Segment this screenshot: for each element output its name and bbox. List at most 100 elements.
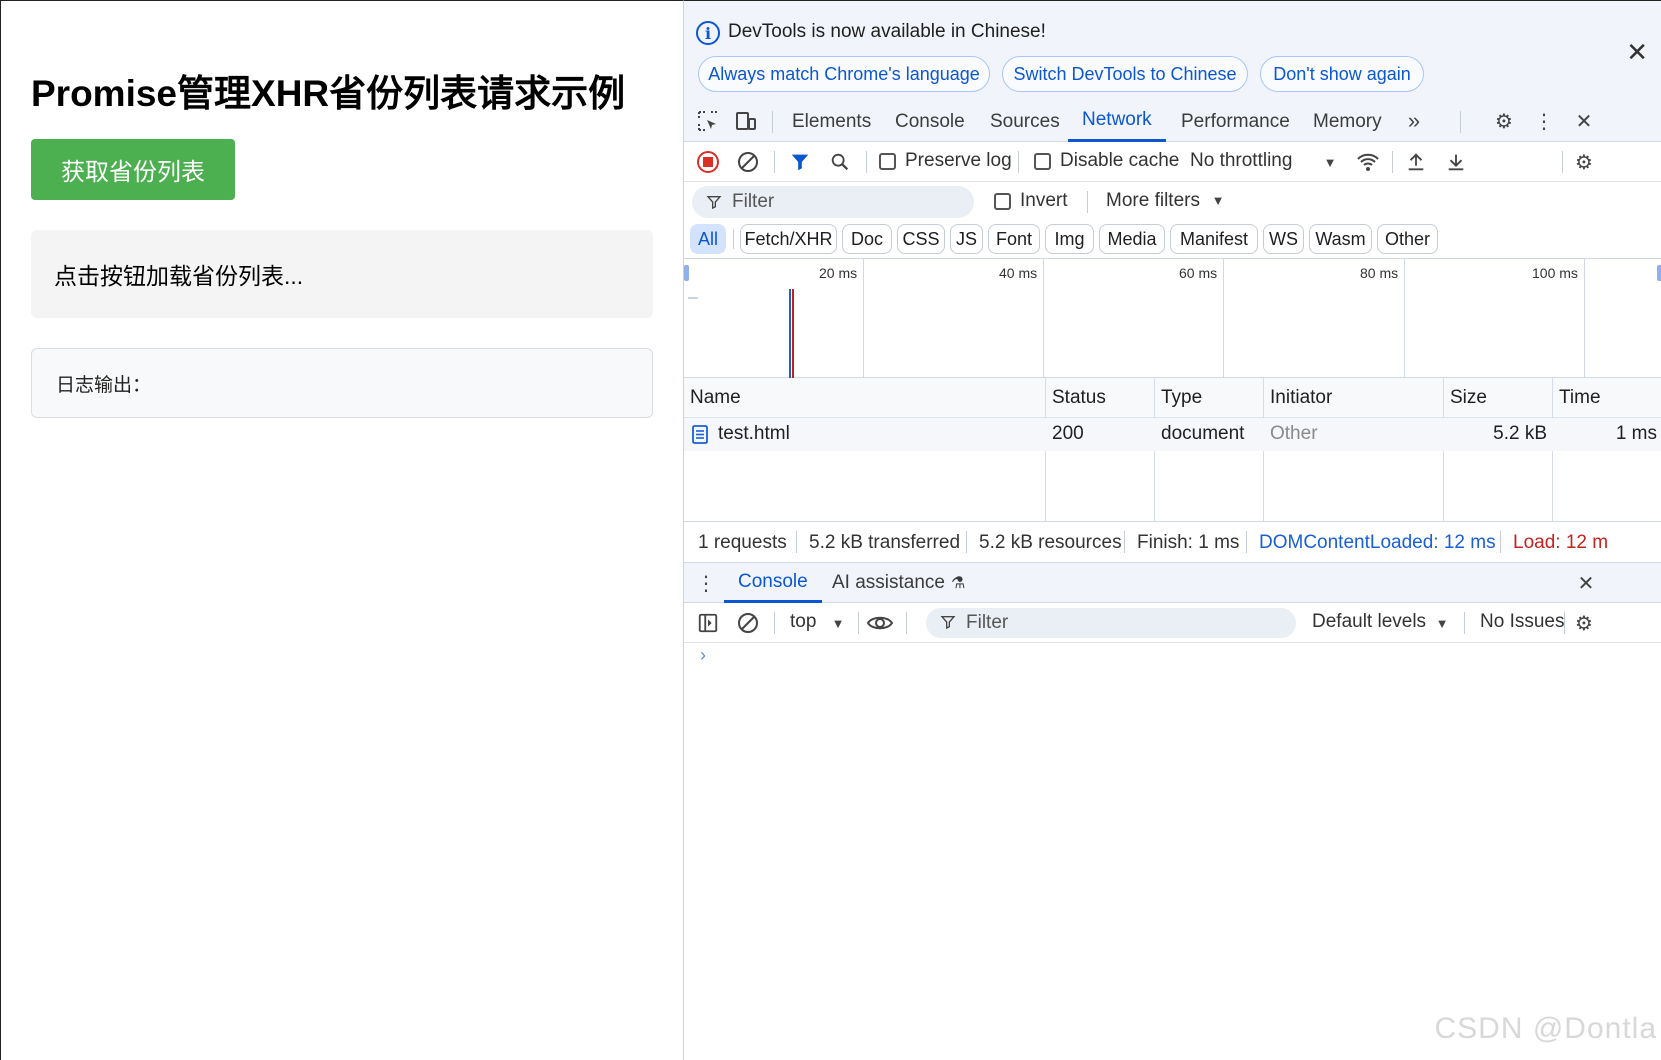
column-status[interactable]: Status — [1052, 387, 1106, 409]
province-list-container: 点击按钮加载省份列表... — [31, 230, 653, 318]
console-toolbar: top ▼ Filter Default levels ▼ No Issues … — [684, 603, 1661, 643]
close-devtools-icon[interactable]: ✕ — [1570, 107, 1598, 135]
sidebar-toggle-icon[interactable] — [694, 609, 722, 637]
tab-elements[interactable]: Elements — [792, 101, 871, 142]
close-icon[interactable]: ✕ — [1626, 37, 1648, 68]
timeline-tick-label: 20 ms — [819, 265, 858, 281]
network-filter-input[interactable]: Filter — [692, 186, 974, 218]
timeline-left-handle[interactable] — [684, 265, 689, 281]
invert-checkbox[interactable] — [994, 193, 1011, 210]
log-levels-dropdown[interactable]: Default levels — [1312, 611, 1426, 633]
infobar-message: DevTools is now available in Chinese! — [728, 21, 1046, 42]
type-filter-img[interactable]: Img — [1045, 224, 1094, 254]
type-filter-media[interactable]: Media — [1099, 224, 1165, 254]
type-filter-wasm[interactable]: Wasm — [1309, 224, 1372, 254]
export-har-icon[interactable] — [1442, 148, 1470, 176]
summary-transferred: 5.2 kB transferred — [809, 532, 961, 553]
record-stop-icon[interactable] — [694, 148, 722, 176]
issues-counter[interactable]: No Issues — [1480, 611, 1564, 633]
network-filter-bar: Filter Invert More filters ▼ — [684, 182, 1661, 222]
resource-type-filters: All Fetch/XHR Doc CSS JS Font Img Media … — [684, 222, 1661, 258]
chevron-down-icon[interactable]: ▼ — [1428, 609, 1456, 637]
more-filters-dropdown[interactable]: More filters — [1106, 190, 1200, 212]
tab-sources[interactable]: Sources — [990, 101, 1060, 142]
console-prompt-chevron-icon[interactable]: › — [700, 645, 706, 666]
devtools-tabbar: Elements Console Sources Network Perform… — [684, 101, 1661, 142]
network-settings-gear-icon[interactable]: ⚙ — [1570, 148, 1598, 176]
type-filter-doc[interactable]: Doc — [842, 224, 892, 254]
more-tabs-icon[interactable]: » — [1400, 107, 1428, 135]
chevron-down-icon[interactable]: ▼ — [824, 609, 852, 637]
load-provinces-button[interactable]: 获取省份列表 — [31, 139, 235, 200]
preserve-log-label: Preserve log — [905, 150, 1012, 171]
dont-show-again-button[interactable]: Don't show again — [1260, 56, 1424, 92]
filter-placeholder: Filter — [732, 191, 775, 212]
flask-icon: ⚗ — [951, 575, 966, 592]
kebab-menu-icon[interactable]: ⋮ — [1530, 107, 1558, 135]
summary-finish: Finish: 1 ms — [1137, 532, 1240, 553]
timeline-tick-label: 80 ms — [1360, 265, 1399, 281]
request-status: 200 — [1052, 423, 1084, 444]
request-time: 1 ms — [1615, 423, 1657, 444]
summary-requests: 1 requests — [698, 532, 787, 553]
switch-to-chinese-button[interactable]: Switch DevTools to Chinese — [1002, 56, 1248, 92]
request-type: document — [1161, 423, 1245, 444]
preserve-log-checkbox[interactable] — [879, 153, 896, 170]
column-name[interactable]: Name — [690, 387, 741, 409]
column-size[interactable]: Size — [1450, 387, 1487, 409]
language-infobar: i DevTools is now available in Chinese! … — [684, 1, 1661, 101]
log-output-container: 日志输出： — [31, 348, 653, 418]
type-filter-js[interactable]: JS — [950, 224, 983, 254]
network-overview-timeline[interactable]: 20 ms 40 ms 60 ms 80 ms 100 ms — [684, 258, 1661, 378]
column-time[interactable]: Time — [1559, 387, 1601, 409]
summary-resources: 5.2 kB resources — [979, 532, 1122, 553]
network-conditions-icon[interactable] — [1354, 148, 1382, 176]
tab-network[interactable]: Network — [1068, 101, 1166, 142]
request-name[interactable]: test.html — [718, 423, 790, 445]
tab-console[interactable]: Console — [895, 101, 965, 142]
watermark: CSDN @Dontla — [1434, 1012, 1657, 1045]
type-filter-ws[interactable]: WS — [1263, 224, 1304, 254]
info-icon: i — [696, 21, 720, 45]
tab-performance[interactable]: Performance — [1181, 101, 1290, 142]
network-toolbar: Preserve log Disable cache No throttling… — [684, 142, 1661, 182]
column-type[interactable]: Type — [1161, 387, 1202, 409]
type-filter-css[interactable]: CSS — [897, 224, 945, 254]
filter-funnel-icon[interactable] — [786, 148, 814, 176]
document-icon — [692, 425, 708, 449]
type-filter-all[interactable]: All — [690, 224, 726, 254]
drawer-menu-icon[interactable]: ⋮ — [692, 569, 720, 597]
chevron-down-icon[interactable]: ▼ — [1204, 186, 1232, 214]
clear-icon[interactable] — [734, 148, 762, 176]
always-match-language-button[interactable]: Always match Chrome's language — [698, 56, 990, 92]
inspect-element-icon[interactable] — [694, 107, 722, 135]
throttling-select[interactable]: No throttling — [1190, 150, 1292, 172]
type-filter-fetch-xhr[interactable]: Fetch/XHR — [740, 224, 837, 254]
search-icon[interactable] — [826, 148, 854, 176]
chevron-down-icon[interactable]: ▼ — [1316, 148, 1344, 176]
dom-content-loaded-marker — [789, 289, 791, 378]
tab-memory[interactable]: Memory — [1313, 101, 1382, 142]
clear-console-icon[interactable] — [734, 609, 762, 637]
disable-cache-checkbox[interactable] — [1034, 153, 1051, 170]
device-toolbar-icon[interactable] — [732, 107, 760, 135]
console-filter-input[interactable]: Filter — [926, 608, 1296, 638]
context-selector[interactable]: top — [790, 611, 816, 633]
column-initiator[interactable]: Initiator — [1270, 387, 1332, 409]
import-har-icon[interactable] — [1402, 148, 1430, 176]
eye-icon[interactable] — [866, 609, 894, 637]
timeline-tick-label: 60 ms — [1179, 265, 1218, 281]
timeline-right-handle[interactable] — [1657, 265, 1661, 281]
console-settings-gear-icon[interactable]: ⚙ — [1570, 609, 1598, 637]
filter-icon — [940, 614, 956, 636]
drawer-tab-ai-assistance[interactable]: AI assistance ⚗ — [832, 563, 965, 603]
close-drawer-icon[interactable]: ✕ — [1572, 569, 1600, 597]
type-filter-font[interactable]: Font — [988, 224, 1040, 254]
type-filter-manifest[interactable]: Manifest — [1170, 224, 1258, 254]
drawer-tab-console[interactable]: Console — [724, 563, 822, 603]
table-row[interactable]: test.html 200 document Other 5.2 kB 1 ms — [684, 418, 1661, 451]
type-filter-other[interactable]: Other — [1377, 224, 1438, 254]
request-initiator: Other — [1270, 423, 1318, 444]
settings-gear-icon[interactable]: ⚙ — [1490, 107, 1518, 135]
requests-table-header: Name Status Type Initiator Size Time — [684, 378, 1661, 418]
